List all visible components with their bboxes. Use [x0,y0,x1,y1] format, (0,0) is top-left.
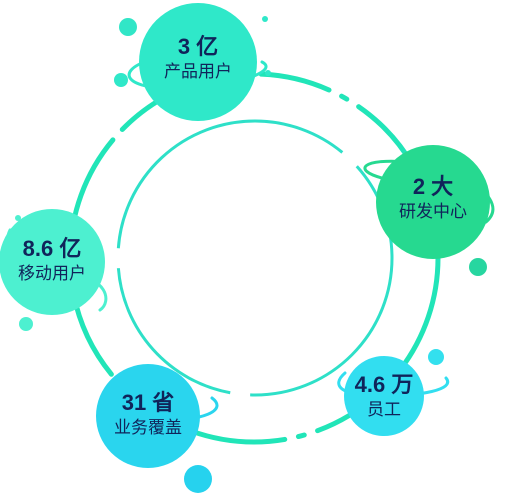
decor-dot [265,70,271,76]
decor-dot [119,18,137,36]
stat-mobile-users: 8.6 亿 移动用户 [2,238,102,283]
stat-employees: 4.6 万 员工 [336,374,432,419]
stat-value: 31 省 [121,390,175,415]
stat-value: 2 大 [412,174,454,199]
stat-province-coverage: 31 省 业务覆盖 [98,392,198,437]
decor-dot [428,349,444,365]
stat-rd-centers: 2 大 研发中心 [383,176,483,221]
inner-ring [116,119,394,397]
stat-label: 研发中心 [399,202,467,222]
decor-dot [19,317,33,331]
stat-value: 3 亿 [177,34,219,59]
decor-dot [114,73,128,87]
stat-label: 产品用户 [164,62,232,82]
stat-value: 8.6 亿 [22,236,82,261]
stat-label: 移动用户 [18,264,86,284]
decor-dot [262,16,268,22]
decor-dot [469,258,487,276]
stat-label: 员工 [367,400,401,420]
decor-dot [184,465,212,493]
stat-value: 4.6 万 [354,372,414,397]
stat-product-users: 3 亿 产品用户 [148,36,248,81]
stat-label: 业务覆盖 [114,418,182,438]
